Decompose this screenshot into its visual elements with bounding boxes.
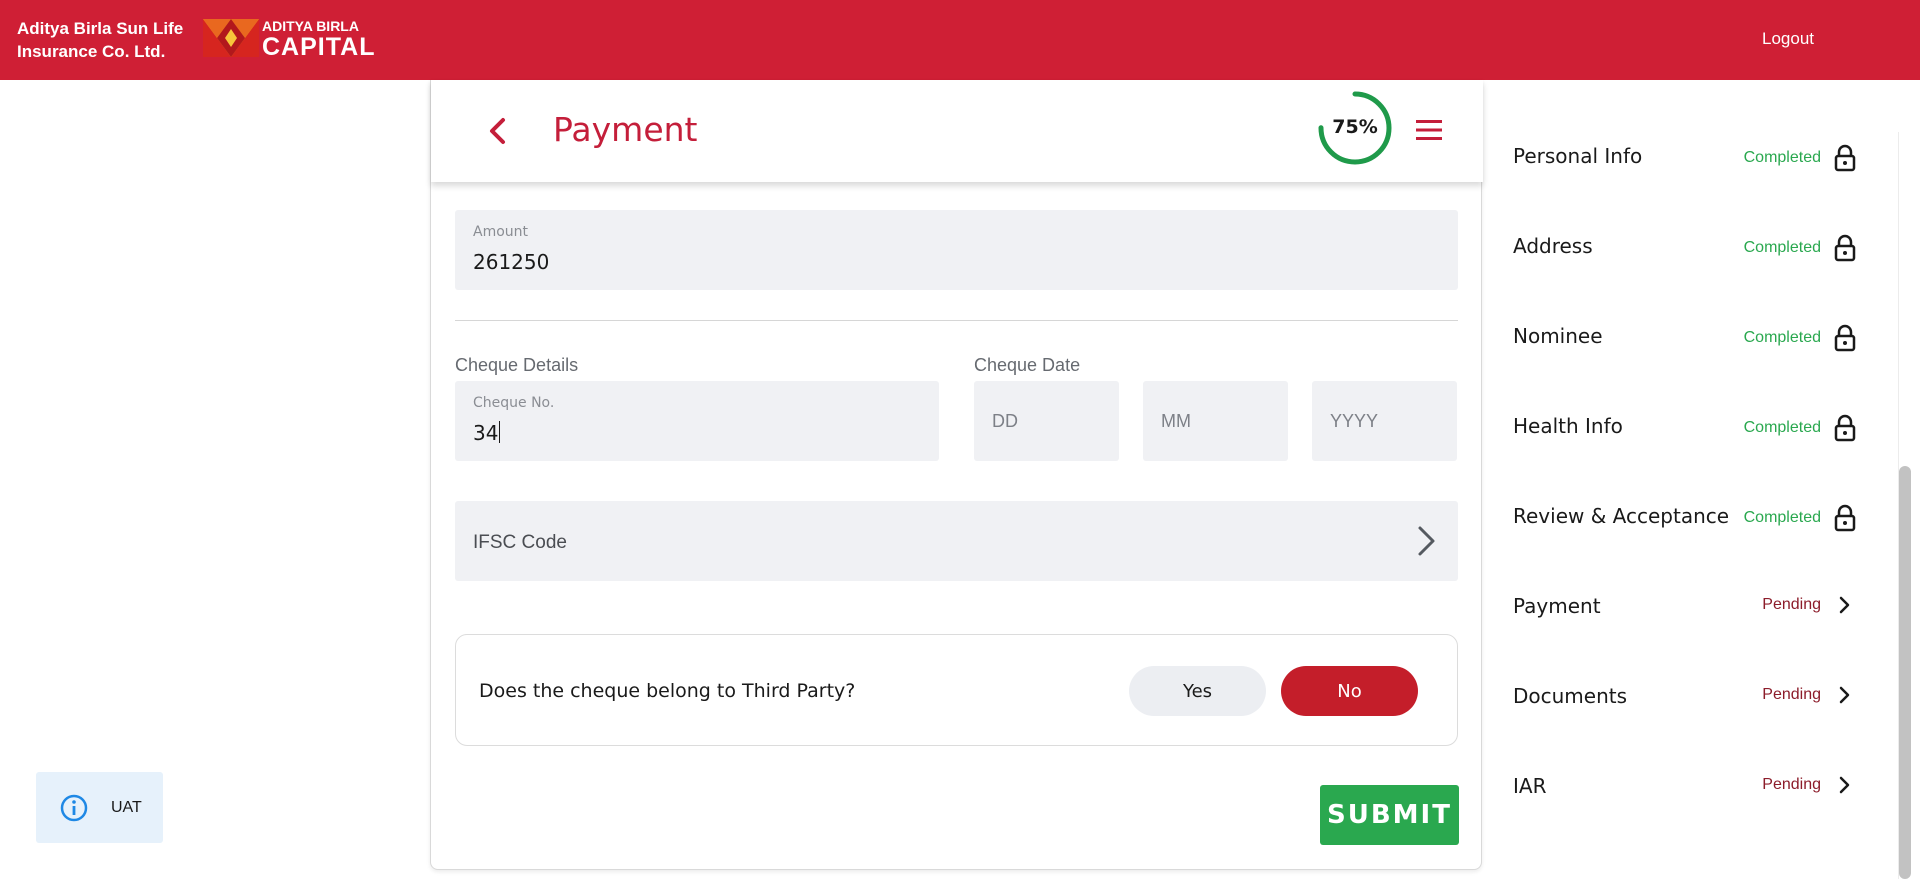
sidebar-item-iar[interactable]: IAR Pending xyxy=(1486,762,1876,822)
sidebar-item-nominee[interactable]: Nominee Completed xyxy=(1486,312,1876,372)
sidebar-item-address[interactable]: Address Completed xyxy=(1486,222,1876,282)
step-label: Address xyxy=(1513,234,1593,258)
third-party-question-box: Does the cheque belong to Third Party? Y… xyxy=(455,634,1458,746)
divider xyxy=(455,320,1458,321)
environment-label: UAT xyxy=(111,799,142,816)
logo-text-line2: CAPITAL xyxy=(262,33,376,61)
sidebar-item-payment[interactable]: Payment Pending xyxy=(1486,582,1876,642)
step-label: Documents xyxy=(1513,684,1628,708)
info-icon xyxy=(60,794,88,822)
ifsc-code-selector[interactable]: IFSC Code xyxy=(455,501,1458,581)
year-placeholder: YYYY xyxy=(1330,411,1379,431)
cheque-number-field[interactable]: Cheque No. 34 xyxy=(455,381,939,461)
logo-text-line1: ADITYA BIRLA xyxy=(262,18,359,34)
cheque-number-label: Cheque No. xyxy=(473,395,555,411)
sidebar-item-review-acceptance[interactable]: Review & Acceptance Completed xyxy=(1486,492,1876,552)
steps-sidebar: Personal Info Completed Address Complete… xyxy=(1486,132,1896,879)
step-label: Nominee xyxy=(1513,324,1603,348)
status-badge: Completed xyxy=(1743,239,1821,256)
status-badge: Completed xyxy=(1743,419,1821,436)
status-badge: Completed xyxy=(1743,509,1821,526)
brand-name-line1: Aditya Birla Sun Life xyxy=(17,19,184,38)
step-label: Review & Acceptance xyxy=(1513,504,1730,528)
sidebar-item-health-info[interactable]: Health Info Completed xyxy=(1486,402,1876,462)
step-label: Personal Info xyxy=(1513,144,1643,168)
amount-value: 261250 xyxy=(473,250,550,274)
day-placeholder: DD xyxy=(992,411,1018,431)
progress-percent: 75% xyxy=(1332,116,1378,138)
status-badge: Pending xyxy=(1762,686,1821,703)
status-badge: Completed xyxy=(1743,149,1821,166)
amount-label: Amount xyxy=(473,224,529,240)
environment-badge: UAT xyxy=(36,772,163,843)
lock-icon xyxy=(1834,324,1856,352)
chevron-right-icon xyxy=(1839,596,1850,614)
cheque-date-month-input[interactable]: MM xyxy=(1143,381,1288,461)
sidebar-item-documents[interactable]: Documents Pending xyxy=(1486,672,1876,732)
submit-button[interactable]: SUBMIT xyxy=(1320,785,1459,845)
step-label: Payment xyxy=(1513,594,1601,618)
third-party-question: Does the cheque belong to Third Party? xyxy=(479,680,856,702)
month-placeholder: MM xyxy=(1161,411,1191,431)
cheque-date-year-input[interactable]: YYYY xyxy=(1312,381,1457,461)
brand-logo-text: ADITYA BIRLA CAPITAL xyxy=(262,18,375,60)
aditya-birla-logo-icon xyxy=(203,19,259,57)
sidebar-scrollbar-thumb[interactable] xyxy=(1899,466,1911,879)
top-bar: Aditya Birla Sun Life Insurance Co. Ltd.… xyxy=(0,0,1920,80)
amount-field[interactable]: Amount 261250 xyxy=(455,210,1458,290)
step-label: Health Info xyxy=(1513,414,1623,438)
hamburger-menu-icon[interactable] xyxy=(1415,118,1443,142)
third-party-no-button[interactable]: No xyxy=(1281,666,1418,716)
logout-button[interactable]: Logout xyxy=(1762,29,1814,49)
back-arrow-icon[interactable] xyxy=(483,116,513,146)
card-header: Payment 75% xyxy=(431,80,1483,182)
chevron-right-icon xyxy=(1418,526,1435,556)
chevron-right-icon xyxy=(1839,686,1850,704)
brand-name-line2: Insurance Co. Ltd. xyxy=(17,42,166,61)
ifsc-code-label: IFSC Code xyxy=(473,532,567,553)
third-party-yes-button[interactable]: Yes xyxy=(1129,666,1266,716)
chevron-right-icon xyxy=(1839,776,1850,794)
cheque-date-day-input[interactable]: DD xyxy=(974,381,1119,461)
step-label: IAR xyxy=(1513,774,1547,798)
lock-icon xyxy=(1834,504,1856,532)
payment-card: Payment 75% Amount 261250 Cheque Details… xyxy=(430,80,1483,870)
status-badge: Pending xyxy=(1762,596,1821,613)
page-title: Payment xyxy=(553,110,698,149)
cheque-number-value: 34 xyxy=(473,421,499,445)
cheque-details-label: Cheque Details xyxy=(455,355,579,375)
brand-name: Aditya Birla Sun Life Insurance Co. Ltd. xyxy=(17,17,183,63)
cheque-date-label: Cheque Date xyxy=(974,355,1081,375)
lock-icon xyxy=(1834,414,1856,442)
text-cursor xyxy=(499,421,501,443)
lock-icon xyxy=(1834,144,1856,172)
status-badge: Completed xyxy=(1743,329,1821,346)
lock-icon xyxy=(1834,234,1856,262)
status-badge: Pending xyxy=(1762,776,1821,793)
cheque-number-input[interactable]: 34 xyxy=(473,421,501,445)
sidebar-item-personal-info[interactable]: Personal Info Completed xyxy=(1486,132,1876,192)
